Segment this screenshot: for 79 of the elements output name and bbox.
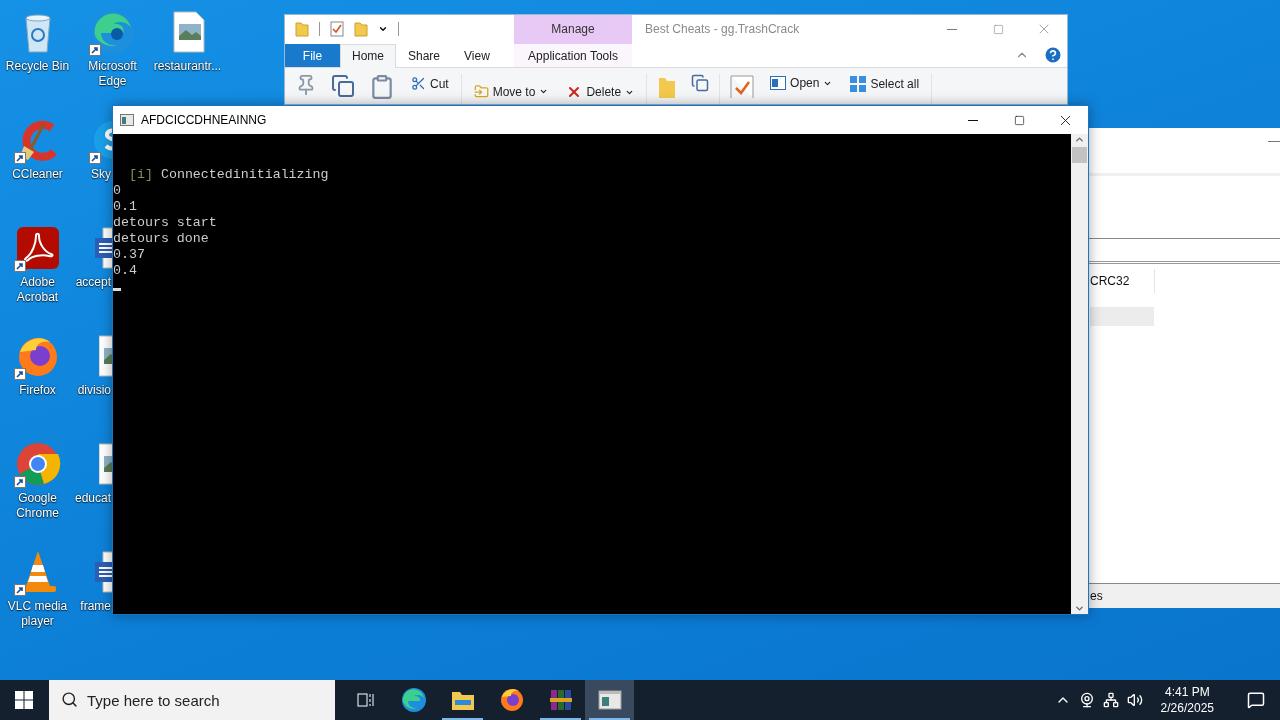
shortcut-arrow-icon (13, 368, 26, 380)
console-line: detours done (113, 231, 210, 247)
status-text: es (1089, 589, 1103, 603)
console-icon (597, 690, 622, 710)
window-title: AFDCICCDHNEAINNG (141, 113, 267, 127)
browser-icon (400, 687, 427, 713)
desktop-icon-label[interactable]: divisio (77, 383, 111, 398)
desktop-icon-label[interactable]: frame (80, 599, 111, 614)
ribbon-button[interactable]: Cut (409, 74, 451, 93)
console-line: detours start (113, 215, 218, 231)
scrollbar[interactable] (1071, 134, 1088, 614)
paste-icon[interactable] (369, 74, 395, 100)
console-icon (120, 114, 134, 126)
ribbon-button[interactable]: Select all (848, 74, 922, 94)
folder-arrow-icon (473, 84, 489, 99)
desktop-icon-label[interactable]: Google Chrome (0, 491, 75, 521)
shortcut-arrow-icon (13, 476, 26, 488)
window-title: Best Cheats - gg.TrashCrack (644, 22, 801, 37)
clock[interactable]: 4:41 PM 2/26/2025 (1150, 684, 1224, 716)
context-group-label: Manage (551, 22, 595, 37)
desktop-icon-label[interactable]: Adobe Acrobat (0, 275, 75, 305)
scissors-icon (411, 76, 426, 91)
camera-icon[interactable] (1078, 692, 1095, 708)
network-icon[interactable] (1102, 692, 1119, 708)
clock-date: 2/26/2025 (1160, 700, 1214, 716)
shortcut-arrow-icon (13, 260, 26, 272)
notification-icon (1247, 691, 1265, 709)
folder-icon (450, 689, 475, 711)
desktop-icon-label[interactable]: CCleaner (12, 167, 63, 182)
maximize-icon (992, 23, 1004, 35)
folder-icon (295, 21, 309, 38)
ribbon-button[interactable]: Move to (471, 82, 551, 101)
grid-icon (850, 76, 867, 92)
folder-icon (354, 21, 368, 38)
desktop-icon-label[interactable]: educat (74, 491, 111, 506)
checklist-icon[interactable] (330, 21, 344, 38)
desktop-icon-label[interactable]: restaurantr... (153, 59, 222, 74)
scroll-down-icon[interactable] (1074, 603, 1085, 614)
ribbon-tab[interactable]: Application Tools (514, 43, 632, 67)
speaker-icon[interactable] (1126, 692, 1143, 708)
console-line: 0.1 (113, 199, 138, 215)
file-tab[interactable]: File (285, 43, 340, 67)
ribbon-tab[interactable]: View (452, 43, 502, 67)
archive-icon (548, 688, 573, 712)
task-view-icon (354, 690, 375, 710)
minimize-icon (947, 28, 957, 30)
ribbon-tab[interactable]: Home (340, 43, 396, 68)
desktop-icon-label[interactable]: VLC media player (0, 599, 75, 629)
desktop-icon-label[interactable]: accept (75, 275, 111, 290)
ribbon-button[interactable]: Delete (564, 82, 637, 102)
desktop-icon-label[interactable]: Firefox (19, 383, 56, 398)
taskbar-app-button[interactable] (585, 680, 634, 720)
search-icon (61, 691, 78, 708)
minimize-icon (968, 119, 978, 121)
help-icon[interactable] (1043, 45, 1063, 66)
console-line: [i] Connectedinitializing (128, 167, 330, 183)
shortcut-arrow-icon (88, 44, 101, 56)
shortcut-arrow-icon (88, 152, 101, 164)
search-field[interactable]: Type here to search (49, 680, 335, 720)
copy-icon[interactable] (691, 74, 710, 92)
desktop-icon-label[interactable]: Sky (91, 167, 111, 182)
ribbon-button[interactable]: Open (768, 74, 835, 92)
fox-browser-icon (499, 688, 524, 712)
ribbon-tab[interactable]: Share (396, 43, 453, 67)
clock-time: 4:41 PM (1164, 684, 1210, 700)
console-line: 0 (113, 183, 122, 199)
shortcut-arrow-icon (13, 584, 26, 596)
maximize-icon (1013, 114, 1025, 126)
desktop-icon-label[interactable]: Microsoft Edge (75, 59, 150, 89)
console-line: 0.4 (113, 263, 138, 279)
desktop-icon-label[interactable]: Recycle Bin (5, 59, 70, 74)
windows-logo-icon (15, 691, 33, 709)
copy-icon[interactable] (331, 74, 355, 98)
scroll-thumb[interactable] (1072, 147, 1087, 163)
window-icon (770, 76, 787, 90)
console-line: 0.37 (113, 247, 146, 263)
scroll-up-icon[interactable] (1074, 134, 1085, 145)
shortcut-arrow-icon (13, 152, 26, 164)
properties-icon[interactable] (730, 74, 755, 98)
